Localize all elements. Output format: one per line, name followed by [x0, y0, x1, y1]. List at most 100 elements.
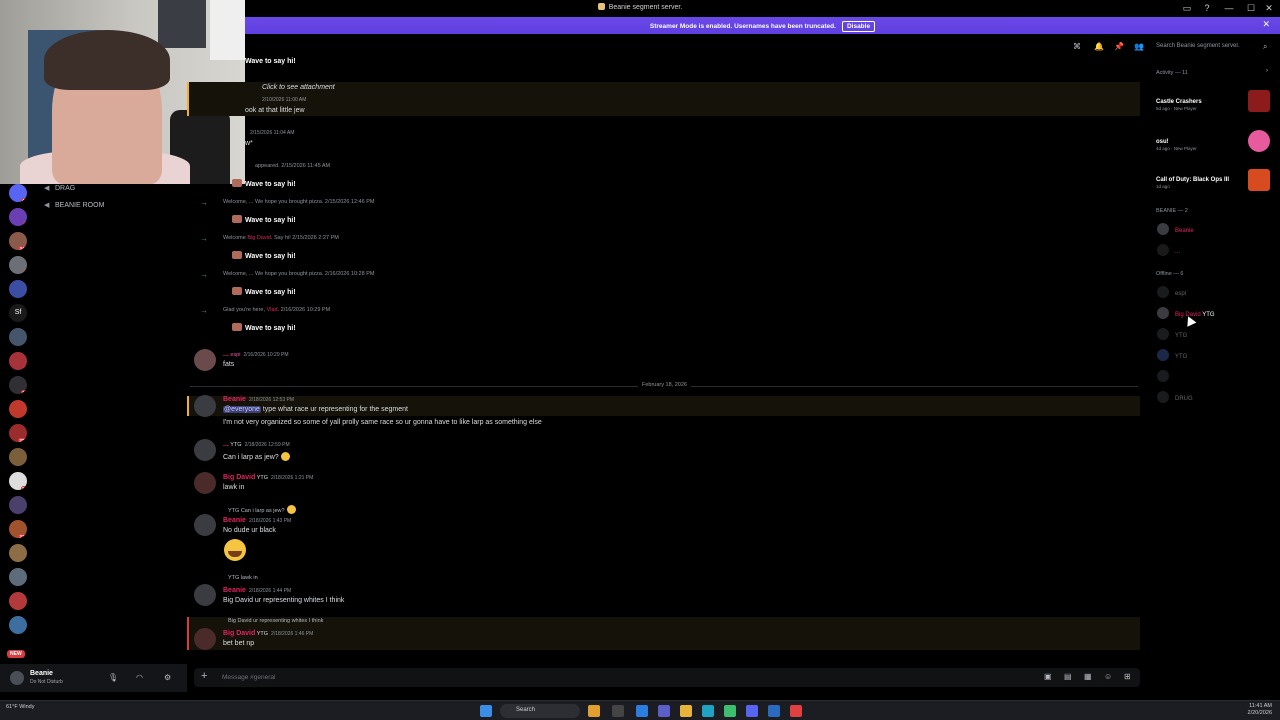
username[interactable]: ...	[223, 441, 229, 448]
taskbar-search[interactable]: Search	[500, 704, 580, 718]
search-input[interactable]: Search Beanie segment server.	[1152, 41, 1272, 53]
microphone-icon[interactable]: 🎙	[108, 673, 118, 682]
start-icon[interactable]	[480, 705, 492, 717]
app-icon[interactable]	[768, 705, 780, 717]
gift-icon[interactable]: ▣	[1044, 672, 1052, 681]
wave-button[interactable]: Wave to say hi!	[232, 251, 296, 260]
disable-streamer-button[interactable]: Disable	[841, 21, 876, 32]
app-icon[interactable]	[702, 705, 714, 717]
threads-icon[interactable]: ⌘	[1073, 42, 1081, 51]
server-icon[interactable]: 221	[9, 424, 27, 442]
app-icon[interactable]	[636, 705, 648, 717]
activity-item[interactable]: Castle Crashers 5d ago · New Player	[1156, 99, 1202, 111]
help-icon[interactable]: ?	[1196, 2, 1218, 14]
username[interactable]: Vlad	[267, 307, 278, 313]
app-icon[interactable]	[588, 705, 600, 717]
username[interactable]: Big David	[223, 630, 255, 637]
server-icon[interactable]: Sf	[9, 304, 27, 322]
avatar[interactable]	[194, 395, 216, 417]
member-item[interactable]: espi	[1157, 286, 1186, 298]
user-panel: Beanie Do Not Disturb 🎙 ◠ ⚙	[0, 664, 187, 692]
app-icon[interactable]	[724, 705, 736, 717]
member-item[interactable]: DRUG	[1157, 391, 1193, 403]
chevron-right-icon[interactable]: ›	[1266, 68, 1268, 74]
app-icon[interactable]	[790, 705, 802, 717]
server-icon[interactable]	[9, 328, 27, 346]
close-banner-icon[interactable]: ✕	[1262, 19, 1270, 30]
server-icon[interactable]	[9, 592, 27, 610]
discord-icon[interactable]	[746, 705, 758, 717]
avatar[interactable]	[194, 349, 216, 371]
reply-preview[interactable]: YTG lawk in	[228, 575, 258, 581]
notification-bell-icon[interactable]: 🔔	[1094, 42, 1104, 51]
server-icon[interactable]	[9, 400, 27, 418]
minimize-button[interactable]: —	[1218, 2, 1240, 14]
reply-preview[interactable]: YTG Can i larp as jew?	[228, 505, 296, 514]
member-item[interactable]: YTG	[1157, 328, 1187, 340]
wave-button[interactable]: Wave to say hi!	[232, 215, 296, 224]
inbox-icon[interactable]: ▭	[1176, 2, 1198, 14]
sticker-icon[interactable]: ▦	[1084, 672, 1092, 681]
pin-icon[interactable]: 📌	[1114, 42, 1124, 51]
app-icon[interactable]	[612, 705, 624, 717]
activity-item[interactable]: Call of Duty: Black Ops III 1d ago	[1156, 177, 1229, 189]
username[interactable]: Beanie	[223, 517, 246, 524]
wave-button[interactable]: Wave to say hi!	[232, 179, 296, 188]
server-icon[interactable]	[9, 448, 27, 466]
folder-icon[interactable]	[680, 705, 692, 717]
username[interactable]: ...	[223, 351, 229, 358]
everyone-mention[interactable]: @everyone	[223, 406, 261, 413]
server-icon[interactable]: 38	[9, 472, 27, 490]
emoji-picker-icon[interactable]: ☺	[1104, 672, 1112, 681]
server-icon[interactable]: 7	[9, 256, 27, 274]
headphones-icon[interactable]: ◠	[136, 673, 143, 682]
member-list-icon[interactable]: 👥	[1134, 42, 1144, 51]
app-icon[interactable]	[658, 705, 670, 717]
username[interactable]: Beanie	[223, 587, 246, 594]
server-icon[interactable]	[9, 280, 27, 298]
message-input[interactable]	[222, 671, 1002, 684]
gif-icon[interactable]: ▤	[1064, 672, 1072, 681]
server-icon[interactable]: 344	[9, 232, 27, 250]
member-item[interactable]: YTG	[1157, 349, 1187, 361]
member-item[interactable]: ...	[1157, 244, 1180, 256]
avatar	[1157, 349, 1169, 361]
reply-preview[interactable]: Big David ur representing whites I think	[228, 618, 323, 624]
server-icon[interactable]: 6	[9, 208, 27, 226]
server-icon[interactable]	[9, 544, 27, 562]
close-button[interactable]: ✕	[1258, 2, 1280, 14]
server-icon[interactable]	[9, 496, 27, 514]
activity-item[interactable]: osu! 4d ago · New Player	[1156, 139, 1197, 151]
window-title-text: Beanie segment server.	[608, 4, 683, 11]
avatar[interactable]	[194, 472, 216, 494]
system-clock[interactable]: 11:41 AM 2/20/2026	[1248, 703, 1272, 717]
wave-button[interactable]: Wave to say hi!	[232, 287, 296, 296]
server-icon[interactable]	[9, 616, 27, 634]
server-icon[interactable]	[9, 568, 27, 586]
member-item[interactable]: Beanie	[1157, 223, 1194, 235]
avatar[interactable]	[194, 584, 216, 606]
server-icon[interactable]: 274	[9, 520, 27, 538]
member-item[interactable]	[1157, 370, 1175, 382]
wave-button[interactable]: Wave to say hi!	[245, 58, 296, 65]
username[interactable]: Big David	[223, 474, 255, 481]
add-attachment-icon[interactable]: +	[201, 670, 207, 682]
message-text: Big David ur representing whites I think	[223, 597, 345, 604]
game-art	[1248, 130, 1270, 152]
username[interactable]: Beanie	[223, 396, 246, 403]
avatar[interactable]	[10, 671, 24, 685]
channel-beanie-room[interactable]: ◀ BEANIE ROOM	[44, 201, 104, 209]
avatar[interactable]	[194, 439, 216, 461]
wave-button[interactable]: Wave to say hi!	[232, 323, 296, 332]
server-icon[interactable]: 4	[9, 352, 27, 370]
settings-gear-icon[interactable]: ⚙	[164, 673, 171, 682]
avatar[interactable]	[194, 628, 216, 650]
attachment-link[interactable]: Click to see attachment	[262, 84, 335, 91]
apps-icon[interactable]: ⊞	[1124, 672, 1131, 681]
username[interactable]: Big David	[247, 235, 271, 241]
weather-widget[interactable]: 61°F Windy	[6, 704, 35, 710]
channel-drag[interactable]: ◀ DRAG	[44, 184, 75, 192]
server-icon[interactable]: 11	[9, 376, 27, 394]
server-icon[interactable]: 43	[9, 184, 27, 202]
avatar[interactable]	[194, 514, 216, 536]
